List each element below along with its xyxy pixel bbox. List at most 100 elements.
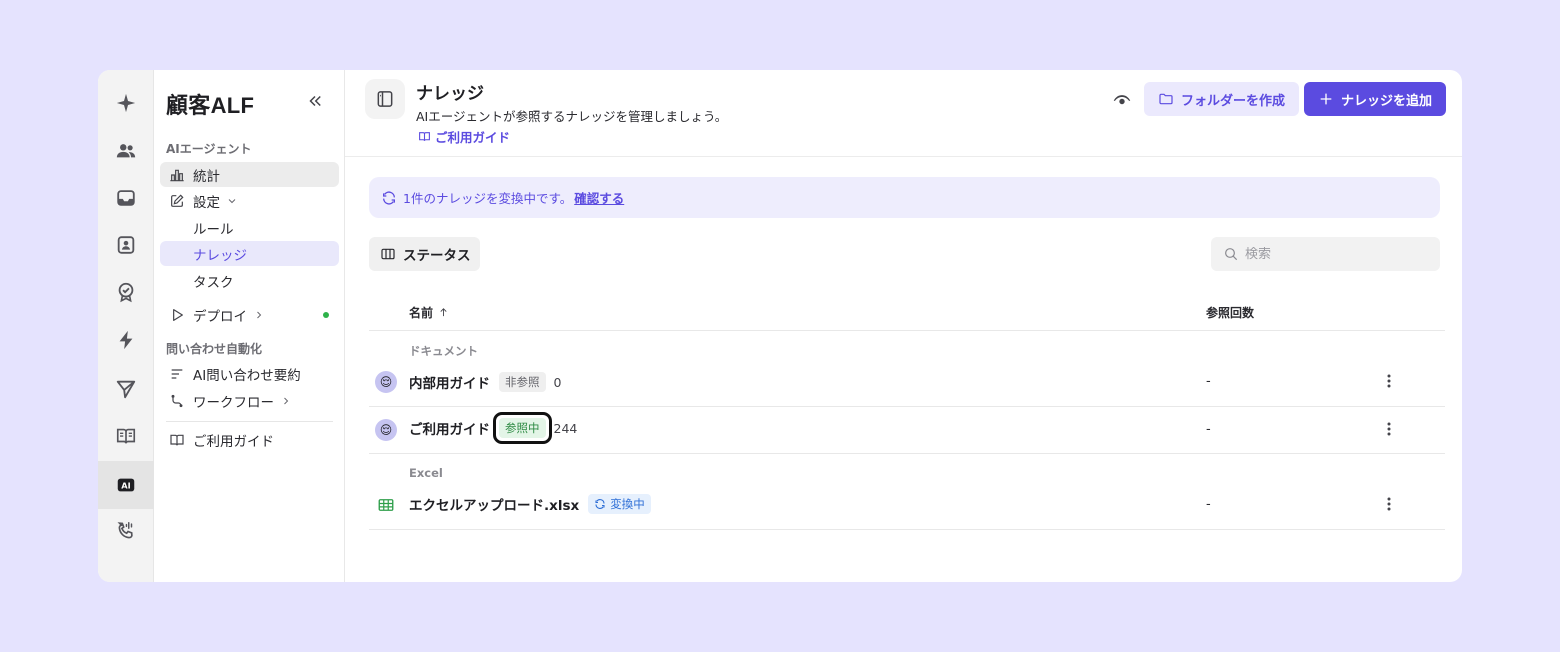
sidebar-divider xyxy=(166,421,333,422)
bot-face-icon: 😌 xyxy=(375,371,397,393)
sidebar-item-settings[interactable]: 設定 xyxy=(160,188,339,213)
sidebar-item-guide[interactable]: ご利用ガイド xyxy=(160,427,339,452)
row-ref-count: - xyxy=(1206,497,1211,512)
row-divider xyxy=(369,453,1445,454)
sidebar-item-label: AI問い合わせ要約 xyxy=(193,367,301,384)
row-ref-count: - xyxy=(1206,422,1211,437)
workflow-icon xyxy=(168,392,186,410)
page-title: ナレッジ xyxy=(416,84,484,104)
sidebar-item-label: ワークフロー xyxy=(193,394,274,411)
main-content: ナレッジ AIエージェントが参照するナレッジを管理しましょう。 ご利用ガイド フ… xyxy=(345,70,1462,582)
badge-check-icon[interactable] xyxy=(98,270,154,314)
search-box xyxy=(1211,237,1440,271)
sidebar-item-knowledge[interactable]: ナレッジ xyxy=(160,241,339,266)
group-label-excel: Excel xyxy=(409,466,443,480)
row-ref-count: - xyxy=(1206,374,1211,389)
sidebar-item-label: デプロイ xyxy=(193,308,247,325)
more-options-icon[interactable] xyxy=(1381,419,1397,439)
sidebar: 顧客ALF AIエージェント 統計 設定 ルール ナレッジ タスク デプロイ 問… xyxy=(154,70,345,582)
contact-card-icon[interactable] xyxy=(98,223,154,267)
icon-rail: AI xyxy=(98,70,154,582)
section-automation: 問い合わせ自動化 xyxy=(166,342,263,356)
table-divider xyxy=(369,330,1445,331)
chevron-down-icon xyxy=(226,195,238,207)
plus-icon xyxy=(1320,93,1332,105)
row-name: ご利用ガイド xyxy=(409,422,490,438)
status-filter-label: ステータス xyxy=(403,248,471,264)
add-knowledge-button[interactable]: ナレッジを追加 xyxy=(1304,82,1446,116)
guide-link[interactable]: ご利用ガイド xyxy=(418,127,510,146)
refresh-icon xyxy=(383,190,395,205)
brand-name: 顧客ALF xyxy=(166,93,255,118)
badge-highlight: 参照中 xyxy=(493,412,552,444)
search-icon xyxy=(1225,248,1238,261)
more-options-icon[interactable] xyxy=(1381,494,1397,514)
column-header-ref-count[interactable]: 参照回数 xyxy=(1206,304,1254,321)
users-icon[interactable] xyxy=(98,129,154,173)
page-header: ナレッジ AIエージェントが参照するナレッジを管理しましょう。 ご利用ガイド フ… xyxy=(345,70,1462,157)
banner-text: 1件のナレッジを変換中です。 xyxy=(403,191,573,206)
group-label-documents: ドキュメント xyxy=(409,344,478,358)
bar-chart-icon xyxy=(168,166,186,184)
column-header-name[interactable]: 名前 xyxy=(409,304,449,321)
sidebar-item-ai-summary[interactable]: AI問い合わせ要約 xyxy=(160,361,339,386)
status-badge: 変換中 xyxy=(588,494,651,514)
app-window: AI 顧客ALF AIエージェント 統計 設定 ルール ナレッジ タスク デプロ… xyxy=(98,70,1462,582)
open-book-icon xyxy=(168,431,186,449)
collapse-sidebar-icon[interactable] xyxy=(304,90,326,112)
row-name: 内部用ガイド xyxy=(409,376,490,392)
search-input[interactable] xyxy=(1245,246,1425,262)
send-icon[interactable] xyxy=(98,367,154,411)
sidebar-item-tasks[interactable]: タスク xyxy=(160,268,339,293)
deploy-status-dot xyxy=(323,312,329,318)
more-options-icon[interactable] xyxy=(1381,371,1397,391)
sidebar-item-workflow[interactable]: ワークフロー xyxy=(160,388,339,413)
sidebar-panel-icon xyxy=(365,79,405,119)
column-header-label: 名前 xyxy=(409,306,434,320)
columns-icon xyxy=(381,248,395,260)
sparkle-icon[interactable] xyxy=(98,81,154,125)
eye-icon[interactable] xyxy=(1111,90,1133,110)
lightning-icon[interactable] xyxy=(98,318,154,362)
row-name-cell: 内部用ガイド 非参照 0 xyxy=(409,372,561,392)
spreadsheet-icon xyxy=(377,496,395,514)
book-icon[interactable] xyxy=(98,414,154,458)
inbox-icon[interactable] xyxy=(98,176,154,220)
play-icon xyxy=(168,306,186,324)
status-badge: 参照中 xyxy=(499,418,546,438)
row-name: エクセルアップロード.xlsx xyxy=(409,498,580,514)
create-folder-button[interactable]: フォルダーを作成 xyxy=(1144,82,1299,116)
text-lines-icon xyxy=(168,365,186,383)
sort-ascending-icon xyxy=(440,308,447,317)
bot-face-icon: 😌 xyxy=(375,419,397,441)
sidebar-item-label: ご利用ガイド xyxy=(193,433,274,450)
row-name-cell: ご利用ガイド 参照中 244 xyxy=(409,412,577,444)
banner-confirm-link[interactable]: 確認する xyxy=(574,188,624,207)
row-count: 0 xyxy=(553,374,562,390)
conversion-banner: 1件のナレッジを変換中です。 確認する xyxy=(369,177,1440,218)
svg-text:AI: AI xyxy=(121,481,130,491)
chevron-right-icon xyxy=(253,309,265,321)
create-folder-label: フォルダーを作成 xyxy=(1180,93,1285,109)
chevron-right-icon xyxy=(280,395,292,407)
sidebar-item-stats[interactable]: 統計 xyxy=(160,162,339,187)
refresh-icon xyxy=(595,499,605,509)
row-name-cell: エクセルアップロード.xlsx 変換中 xyxy=(409,494,651,514)
status-badge-label: 変換中 xyxy=(610,497,645,511)
add-knowledge-label: ナレッジを追加 xyxy=(1340,93,1432,109)
page-subtitle: AIエージェントが参照するナレッジを管理しましょう。 xyxy=(416,109,728,124)
open-book-icon xyxy=(419,132,430,141)
guide-link-label: ご利用ガイド xyxy=(435,130,511,145)
sidebar-item-label: 設定 xyxy=(193,194,220,211)
ai-icon[interactable]: AI xyxy=(98,461,154,509)
status-filter-button[interactable]: ステータス xyxy=(369,237,480,271)
sidebar-item-rules[interactable]: ルール xyxy=(160,215,339,240)
status-badge: 非参照 xyxy=(499,372,546,392)
edit-icon xyxy=(168,192,186,210)
section-ai-agent: AIエージェント xyxy=(166,142,252,156)
folder-icon xyxy=(1159,93,1173,105)
phone-icon[interactable] xyxy=(98,509,154,553)
sidebar-item-deploy[interactable]: デプロイ xyxy=(160,302,339,327)
row-divider xyxy=(369,406,1445,407)
sidebar-item-label: 統計 xyxy=(193,168,220,185)
